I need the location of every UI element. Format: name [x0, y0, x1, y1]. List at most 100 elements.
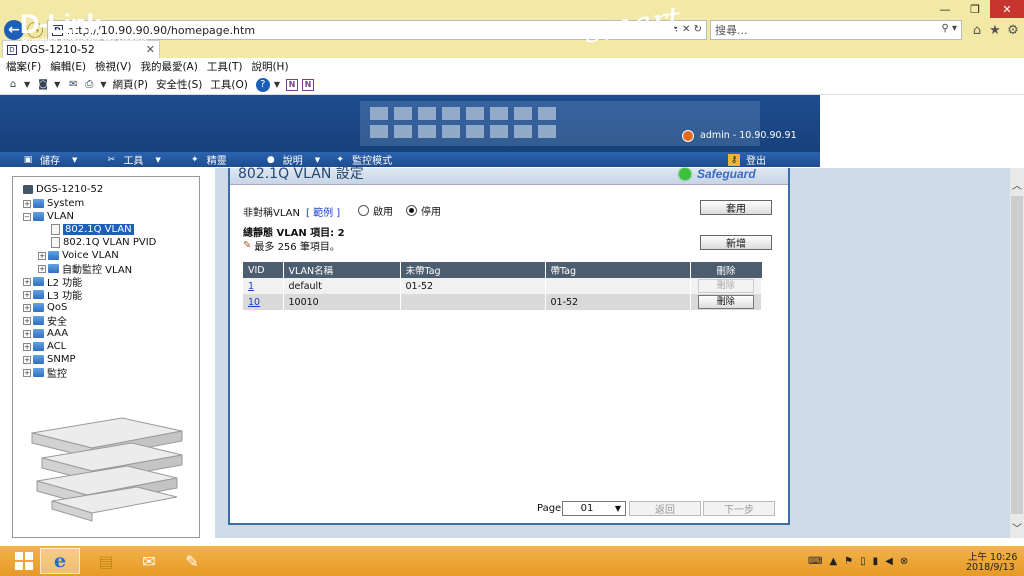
tree-item-l3[interactable]: + L3 功能 [23, 288, 83, 302]
apply-button[interactable]: 套用 [700, 200, 772, 215]
enable-radio-group[interactable]: 啟用 [358, 203, 393, 218]
dropdown-icon[interactable]: ▼ [54, 80, 60, 89]
search-icon[interactable]: ⚲ ▾ [941, 23, 957, 34]
tree-item-monitoring[interactable]: + 監控 [23, 366, 67, 380]
tree-item-label: L3 功能 [47, 291, 83, 302]
battery-icon[interactable]: ▯ [860, 556, 866, 567]
menu-favorites[interactable]: 我的最愛(A) [140, 59, 197, 74]
previous-page-button[interactable]: 返回 [629, 501, 701, 516]
clock-time[interactable]: 上午 10:26 [968, 549, 1017, 563]
scroll-down-icon[interactable]: ﹀ [1010, 520, 1024, 535]
tree-item-label: 802.1Q VLAN [63, 224, 134, 235]
disable-radio-label: 停用 [421, 207, 441, 218]
page-icon [51, 237, 60, 248]
tree-item-aaa[interactable]: + AAA [23, 327, 68, 340]
delete-button[interactable]: 刪除 [697, 279, 754, 293]
network-icon[interactable]: ▮ [873, 556, 879, 567]
notification-icon[interactable]: ⊗ [900, 556, 908, 567]
page-select[interactable]: 01 ▼ [562, 501, 626, 516]
expand-plus-icon[interactable]: + [23, 368, 31, 377]
nav-wizard[interactable]: ✦ 精靈 [189, 152, 227, 168]
menu-tools[interactable]: 工具(T) [207, 59, 243, 74]
delete-button[interactable]: 刪除 [697, 295, 754, 309]
dropdown-icon[interactable]: ▼ [24, 80, 30, 89]
clock-date[interactable]: 2018/9/13 [966, 562, 1015, 573]
expand-plus-icon[interactable]: + [23, 342, 31, 351]
gear-icon[interactable]: ⚙ [1005, 22, 1021, 38]
nav-tools[interactable]: ✂ 工具 ▼ [105, 152, 161, 168]
expand-plus-icon[interactable]: + [38, 251, 46, 260]
rss-feed-icon[interactable]: ◙ [36, 78, 50, 92]
tree-item-label: 監控 [47, 369, 67, 380]
volume-icon[interactable]: ◀ [885, 556, 893, 567]
paint-icon[interactable]: ✎ [172, 548, 212, 574]
nav-logout[interactable]: ⚷ 登出 [728, 152, 766, 167]
dropdown-icon[interactable]: ▼ [274, 80, 280, 89]
tree-item-security[interactable]: + 安全 [23, 314, 67, 328]
search-input[interactable]: 搜尋... ⚲ ▾ [710, 20, 962, 40]
print-icon[interactable]: ⎙ [82, 78, 96, 92]
col-tagged: 帶Tag [545, 262, 691, 278]
menu-view[interactable]: 檢視(V) [95, 59, 131, 74]
menu-edit[interactable]: 編輯(E) [50, 59, 86, 74]
expand-plus-icon[interactable]: + [23, 303, 31, 312]
help-icon[interactable]: ? [255, 77, 270, 92]
expand-plus-icon[interactable]: + [23, 290, 31, 299]
home-page-icon[interactable]: ⌂ [6, 78, 20, 92]
tree-item-vlan[interactable]: − VLAN [23, 210, 74, 223]
home-icon[interactable]: ⌂ [969, 22, 985, 38]
command-safety-menu[interactable]: 安全性(S) [156, 77, 202, 92]
minimize-button[interactable]: — [930, 0, 960, 18]
tree-root-label: DGS-1210-52 [36, 184, 104, 195]
disable-radio[interactable] [406, 205, 417, 216]
tree-item-system[interactable]: + System [23, 197, 84, 210]
example-link[interactable]: [ 範例 ] [306, 204, 340, 219]
expand-plus-icon[interactable]: + [23, 316, 31, 325]
add-button[interactable]: 新增 [700, 235, 772, 250]
table-header-row: VID VLAN名稱 未帶Tag 帶Tag 刪除 [243, 262, 762, 278]
command-tools-menu[interactable]: 工具(O) [210, 77, 247, 92]
dropdown-icon[interactable]: ▼ [100, 80, 106, 89]
onenote-linked-icon[interactable]: N [301, 78, 314, 91]
menu-help[interactable]: 說明(H) [251, 59, 288, 74]
folder-icon [48, 251, 59, 260]
menu-file[interactable]: 檔案(F) [6, 59, 41, 74]
tree-item-acl[interactable]: + ACL [23, 340, 66, 353]
nav-save[interactable]: ▣ 儲存 ▼ [22, 152, 78, 168]
vid-link[interactable]: 10 [248, 297, 260, 308]
enable-radio-label: 啟用 [373, 207, 393, 218]
windows-start-icon[interactable] [4, 548, 44, 574]
disable-radio-group[interactable]: 停用 [406, 203, 441, 218]
expand-plus-icon[interactable]: + [23, 199, 31, 208]
command-page-menu[interactable]: 網頁(P) [112, 77, 148, 92]
expand-plus-icon[interactable]: + [23, 355, 31, 364]
tree-item-8021q-vlan[interactable]: 802.1Q VLAN [51, 223, 134, 236]
vid-link[interactable]: 1 [248, 281, 254, 292]
outlook-icon[interactable]: ✉ [129, 548, 169, 574]
onenote-icon[interactable]: N [285, 78, 298, 91]
close-window-button[interactable]: ✕ [990, 0, 1024, 18]
tray-expand-icon[interactable]: ▲ [829, 556, 837, 567]
tagged-cell [545, 278, 691, 294]
tree-root[interactable]: DGS-1210-52 [23, 183, 103, 196]
function-tree-panel: DGS-1210-52 + System − VLAN 802.1Q VLAN … [12, 176, 200, 538]
scrollbar-thumb[interactable] [1011, 196, 1023, 514]
keyboard-icon[interactable]: ⌨ [808, 556, 822, 567]
tree-item-8021q-vlan-pvid[interactable]: 802.1Q VLAN PVID [51, 236, 156, 249]
expand-plus-icon[interactable]: + [23, 329, 31, 338]
expand-plus-icon[interactable]: + [38, 264, 46, 273]
expand-plus-icon[interactable]: + [23, 277, 31, 286]
scroll-up-icon[interactable]: ︿ [1010, 177, 1024, 192]
next-page-button[interactable]: 下一步 [703, 501, 775, 516]
enable-radio[interactable] [358, 205, 369, 216]
collapse-minus-icon[interactable]: − [23, 212, 31, 221]
flag-icon[interactable]: ⚑ [844, 556, 853, 567]
mail-icon[interactable]: ✉ [66, 78, 80, 92]
dlink-banner [0, 95, 820, 152]
vlan-table: VID VLAN名稱 未帶Tag 帶Tag 刪除 1 default 01-52… [243, 262, 762, 310]
maximize-button[interactable]: ❐ [960, 0, 990, 18]
nav-save-label: 儲存 [40, 156, 60, 167]
file-explorer-icon[interactable]: ▤ [86, 548, 126, 574]
internet-explorer-icon[interactable]: e [40, 548, 80, 574]
favorites-star-icon[interactable]: ★ [987, 22, 1003, 38]
